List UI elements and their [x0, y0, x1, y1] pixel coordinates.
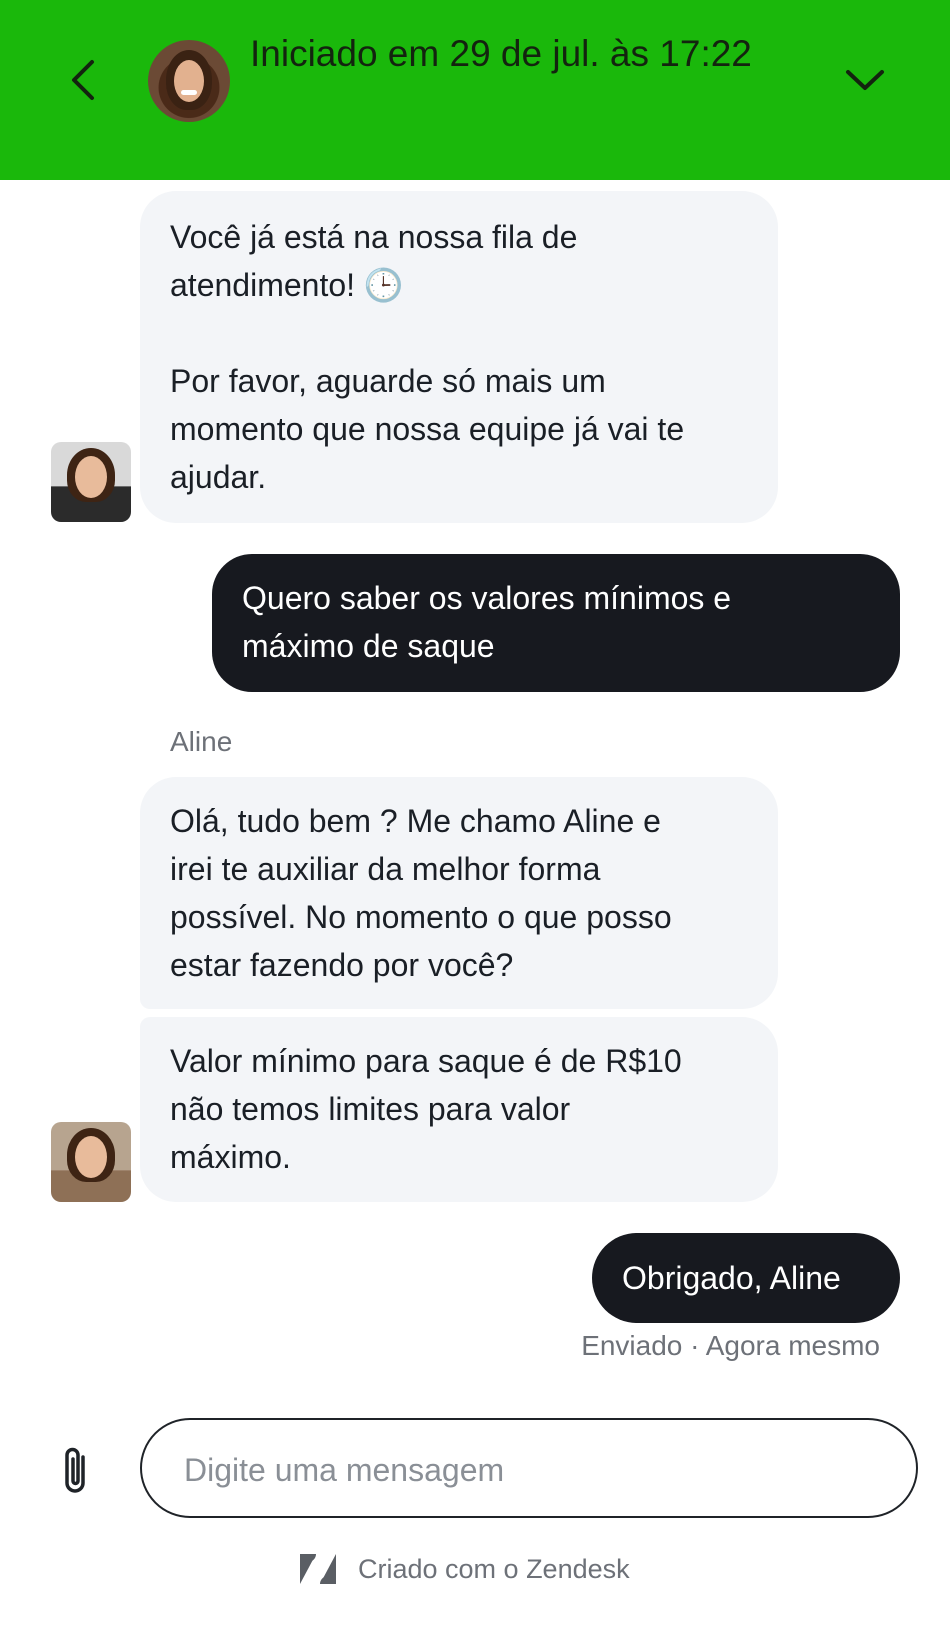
chevron-left-icon	[72, 60, 94, 100]
powered-by-footer[interactable]: Criado com o Zendesk	[300, 1551, 630, 1587]
outgoing-message: Quero saber os valores mínimos e máximo …	[212, 554, 900, 692]
attach-button[interactable]	[55, 1443, 95, 1499]
chat-header: Iniciado em 29 de jul. às 17:22	[0, 0, 950, 180]
message-input[interactable]	[182, 1440, 886, 1500]
sender-name: Aline	[170, 726, 233, 757]
delivery-status: Enviado · Agora mesmo	[581, 1330, 880, 1361]
incoming-message: Olá, tudo bem ? Me chamo Aline e irei te…	[140, 777, 778, 1009]
chevron-down-icon	[846, 70, 884, 90]
conversation-title: Iniciado em 29 de jul. às 17:22	[250, 33, 752, 74]
message-composer	[140, 1418, 918, 1518]
incoming-message: Valor mínimo para saque é de R$10 não te…	[140, 1017, 778, 1202]
outgoing-message: Obrigado, Aline	[592, 1233, 900, 1323]
collapse-button[interactable]	[840, 56, 890, 104]
agent-avatar	[51, 1122, 131, 1202]
back-button[interactable]	[62, 52, 106, 108]
incoming-message: Você já está na nossa fila de atendiment…	[140, 191, 778, 523]
agent-avatar	[51, 442, 131, 522]
agent-avatar-header	[148, 40, 230, 122]
zendesk-logo-icon	[300, 1554, 336, 1584]
footer-text: Criado com o Zendesk	[358, 1553, 630, 1584]
paperclip-icon	[65, 1447, 85, 1493]
